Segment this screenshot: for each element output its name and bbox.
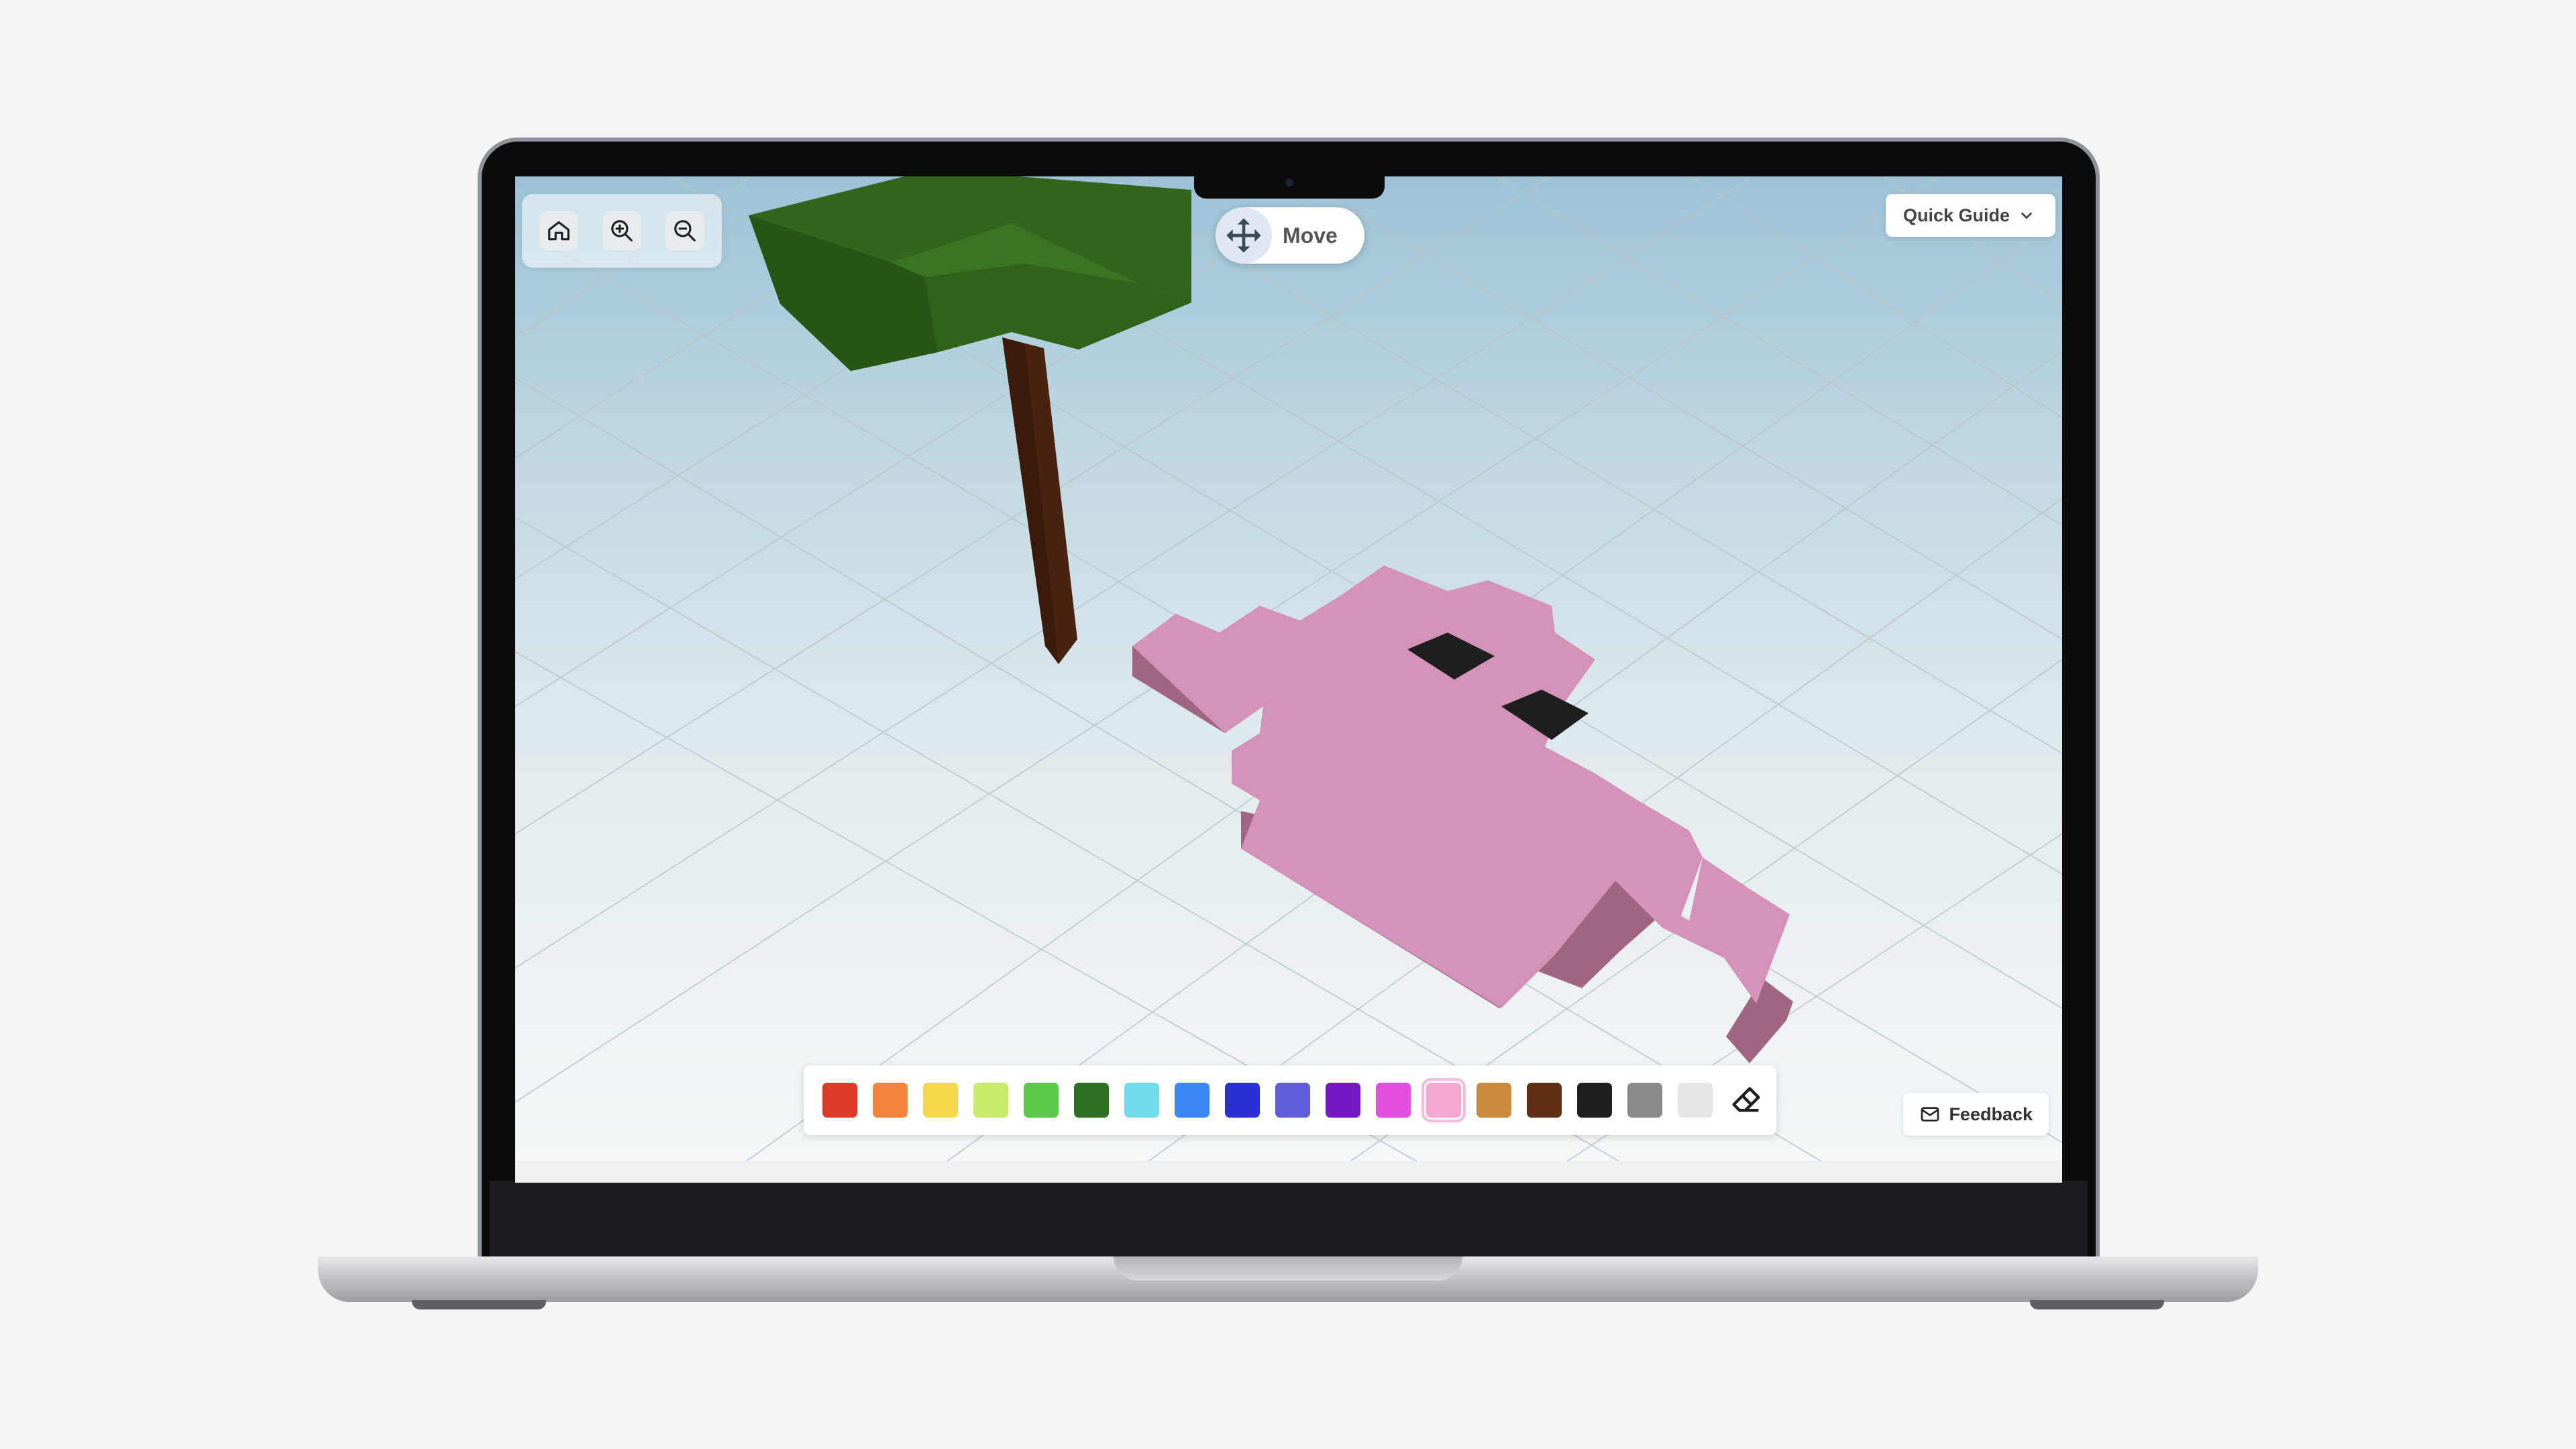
color-swatch-16[interactable] [1577, 1083, 1612, 1118]
color-swatch-2[interactable] [873, 1083, 908, 1118]
color-swatch-15[interactable] [1527, 1083, 1562, 1118]
app-screen: Move Quick Guide Feedback [515, 176, 2062, 1183]
quick-guide-label: Quick Guide [1902, 205, 2010, 225]
color-swatch-12[interactable] [1376, 1083, 1411, 1118]
view-controls [522, 194, 722, 268]
home-icon[interactable] [539, 211, 578, 250]
camera-icon [1285, 178, 1293, 186]
color-swatch-3[interactable] [923, 1083, 958, 1118]
color-swatch-4[interactable] [973, 1083, 1008, 1118]
color-swatch-1[interactable] [822, 1083, 857, 1118]
color-swatch-7[interactable] [1124, 1083, 1159, 1118]
tree-voxels [749, 176, 1191, 664]
laptop-foot-left [412, 1300, 546, 1309]
color-swatch-8[interactable] [1175, 1083, 1210, 1118]
move-mode-button[interactable]: Move [1216, 207, 1364, 264]
color-swatch-14[interactable] [1477, 1083, 1511, 1118]
chevron-down-icon [2021, 212, 2032, 219]
color-swatch-18[interactable] [1678, 1083, 1713, 1118]
laptop-foot-right [2030, 1300, 2164, 1309]
mail-icon [1921, 1107, 1939, 1122]
zoom-in-icon[interactable] [602, 211, 641, 250]
feedback-label: Feedback [1949, 1104, 2033, 1124]
zoom-out-icon[interactable] [665, 211, 704, 250]
color-palette [804, 1065, 1776, 1135]
eraser-icon[interactable] [1728, 1081, 1766, 1119]
move-mode-label: Move [1283, 223, 1338, 248]
voxel-canvas[interactable] [515, 176, 2062, 1183]
screen-bottom-strip [515, 1161, 2062, 1183]
pink-creature-voxels [1132, 566, 1793, 1063]
quick-guide-button[interactable]: Quick Guide [1885, 194, 2055, 237]
color-swatch-5[interactable] [1024, 1083, 1059, 1118]
color-swatch-11[interactable] [1326, 1083, 1360, 1118]
feedback-button[interactable]: Feedback [1903, 1093, 2049, 1136]
color-swatch-10[interactable] [1275, 1083, 1310, 1118]
color-swatch-9[interactable] [1225, 1083, 1260, 1118]
laptop-bottom-bezel [490, 1181, 2088, 1258]
move-arrows-icon [1216, 207, 1272, 264]
camera-notch [1194, 172, 1385, 199]
color-swatch-13[interactable] [1421, 1078, 1466, 1122]
laptop-trackpad-lip [1114, 1256, 1462, 1281]
color-swatch-17[interactable] [1627, 1083, 1662, 1118]
color-swatch-6[interactable] [1074, 1083, 1109, 1118]
